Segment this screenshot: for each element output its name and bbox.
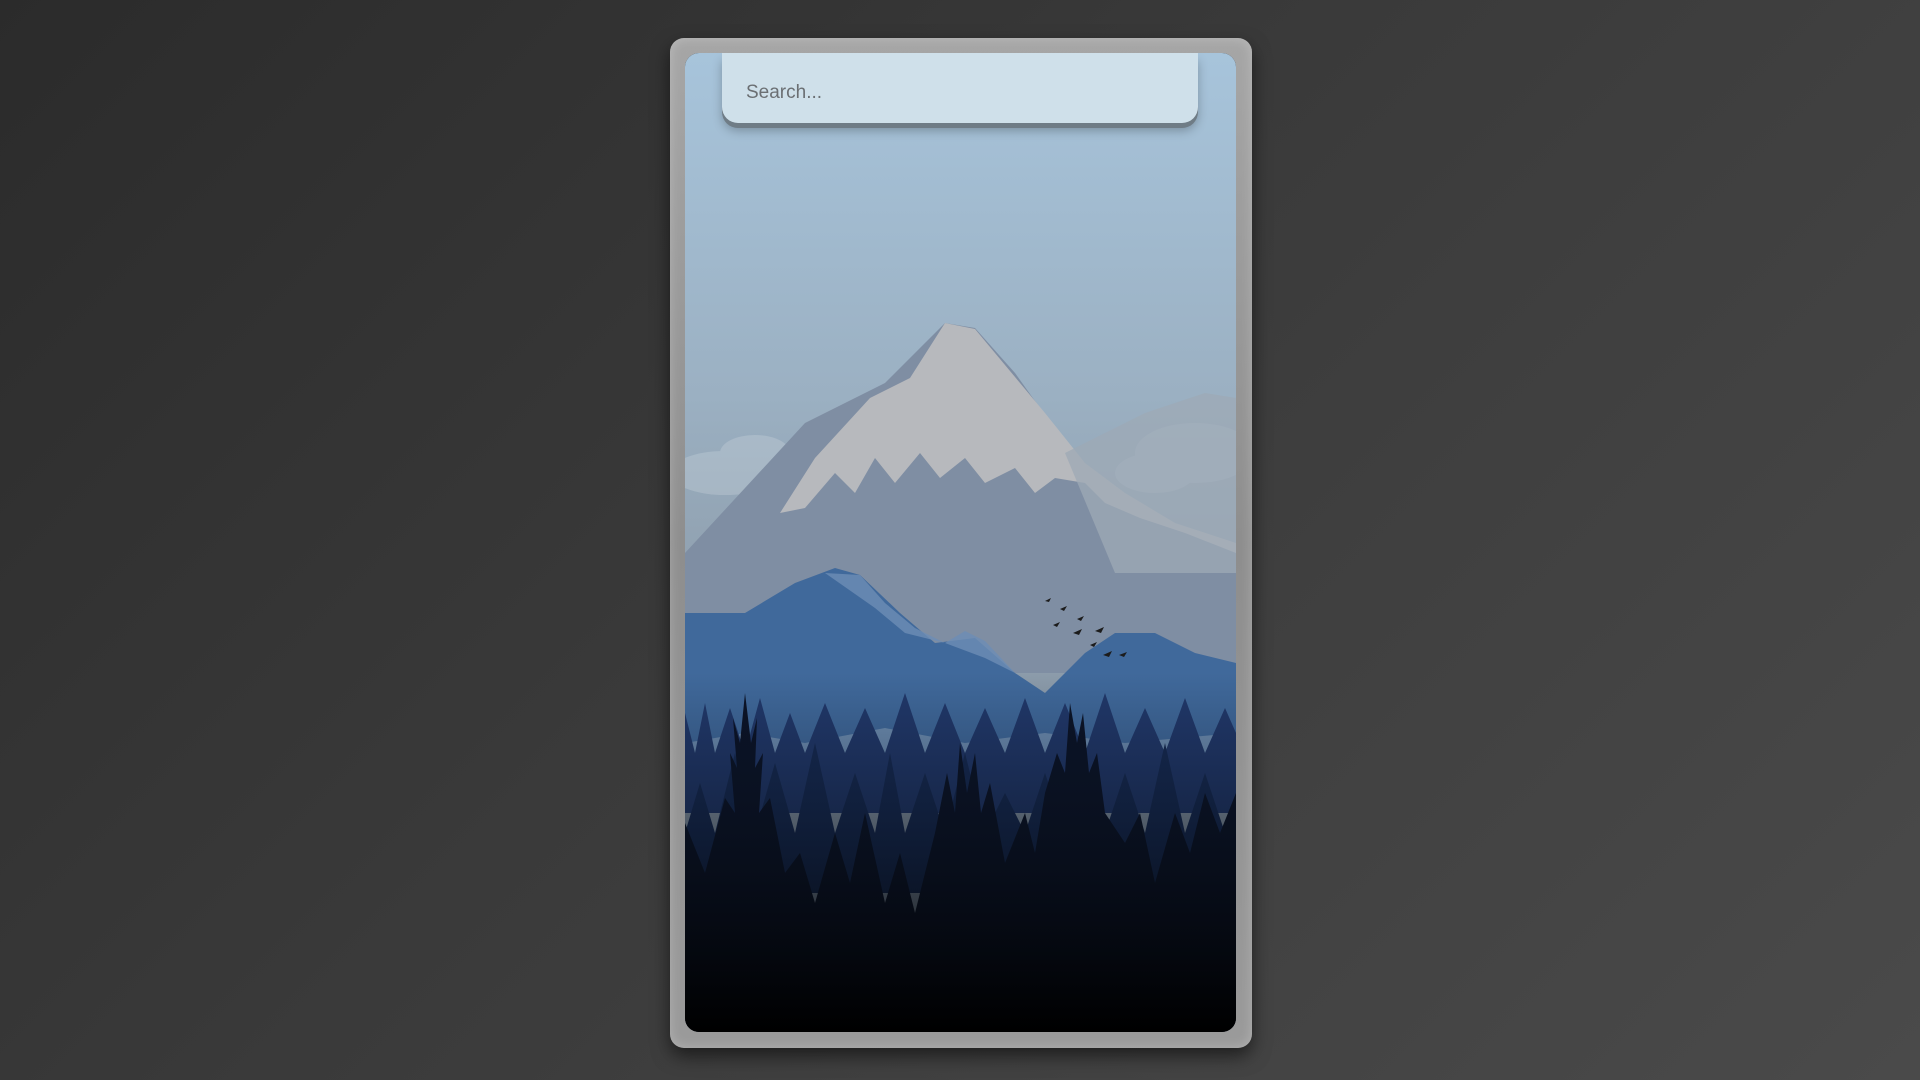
search-bar bbox=[722, 53, 1198, 123]
search-input[interactable] bbox=[722, 53, 1198, 123]
phone-screen bbox=[685, 53, 1236, 1032]
wallpaper-landscape bbox=[685, 53, 1236, 1032]
phone-frame bbox=[670, 38, 1252, 1048]
